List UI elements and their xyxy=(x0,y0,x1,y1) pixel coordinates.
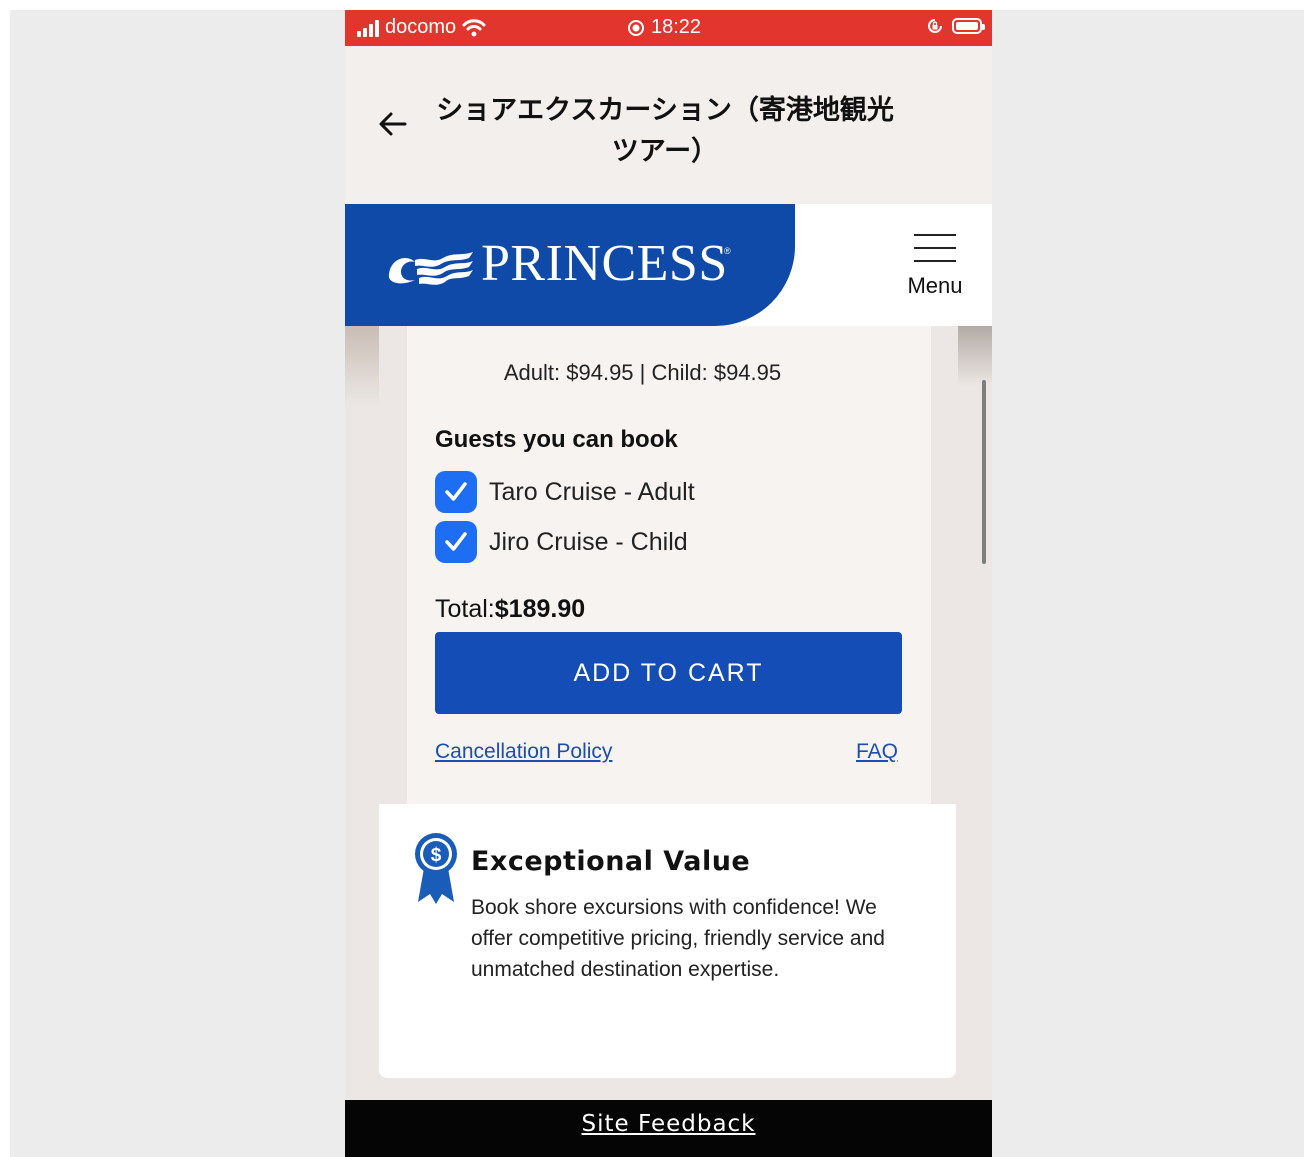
award-ribbon-icon: $ xyxy=(415,833,457,904)
add-to-cart-button[interactable]: ADD TO CART xyxy=(435,632,902,714)
checkmark-icon xyxy=(445,532,467,551)
guest-row-adult[interactable]: Taro Cruise - Adult xyxy=(435,471,695,513)
guest-name: Jiro Cruise - Child xyxy=(489,527,688,556)
battery-icon xyxy=(952,18,985,34)
status-center: 18:22 xyxy=(627,16,701,39)
guest-checkbox[interactable] xyxy=(435,521,477,563)
rotation-lock-icon xyxy=(928,19,942,33)
background-photo-left xyxy=(345,326,379,406)
total-label: Total: xyxy=(435,595,495,623)
guest-checkbox[interactable] xyxy=(435,471,477,513)
value-body: Book shore excursions with confidence! W… xyxy=(471,896,885,981)
princess-logo-icon xyxy=(388,252,473,285)
scrollbar[interactable] xyxy=(982,380,986,564)
site-navbar: PRINCESS ® Menu xyxy=(345,204,992,326)
wifi-icon xyxy=(462,18,486,36)
menu-button[interactable]: Menu xyxy=(901,234,969,299)
main-content: Adult: $94.95 | Child: $94.95 Guests you… xyxy=(345,326,992,1100)
recording-icon xyxy=(628,19,644,36)
signal-icon xyxy=(357,19,379,37)
svg-text:$: $ xyxy=(431,845,442,866)
price-line: Adult: $94.95 | Child: $94.95 xyxy=(503,360,782,385)
status-time: 18:22 xyxy=(651,16,702,38)
hamburger-icon xyxy=(901,234,969,262)
page-title: ショアエクスカーション（寄港地観光ツアー） xyxy=(436,95,894,167)
app-header: ショアエクスカーション（寄港地観光ツアー） xyxy=(345,46,992,204)
booking-card: Adult: $94.95 | Child: $94.95 Guests you… xyxy=(407,326,931,804)
phone-screen: docomo 18:22 ショアエクスカーション（寄港地観光ツアー） PRINC… xyxy=(345,10,992,1157)
guests-heading: Guests you can book xyxy=(435,426,678,453)
brand-wordmark: PRINCESS xyxy=(481,235,728,292)
faq-link[interactable]: FAQ xyxy=(856,740,898,764)
status-left: docomo xyxy=(357,16,486,39)
back-arrow-icon[interactable] xyxy=(375,106,411,142)
cancellation-policy-link[interactable]: Cancellation Policy xyxy=(435,740,612,764)
menu-label: Menu xyxy=(907,273,963,298)
value-card: $ Exceptional Value Book shore excursion… xyxy=(379,804,956,1078)
total-price: Total:$189.90 xyxy=(435,595,585,624)
brand-banner[interactable]: PRINCESS ® xyxy=(345,204,795,326)
site-feedback-bar: Site Feedback xyxy=(345,1100,992,1157)
site-feedback-link[interactable]: Site Feedback xyxy=(582,1111,756,1137)
total-value: $189.90 xyxy=(494,595,586,623)
background-photo-right xyxy=(958,326,992,386)
registered-mark: ® xyxy=(724,246,731,256)
guest-row-child[interactable]: Jiro Cruise - Child xyxy=(435,521,688,563)
checkmark-icon xyxy=(445,482,467,501)
status-bar: docomo 18:22 xyxy=(345,10,992,46)
status-right xyxy=(926,17,985,35)
guest-name: Taro Cruise - Adult xyxy=(489,477,695,506)
value-title: Exceptional Value xyxy=(471,846,751,877)
carrier-name: docomo xyxy=(385,16,457,38)
